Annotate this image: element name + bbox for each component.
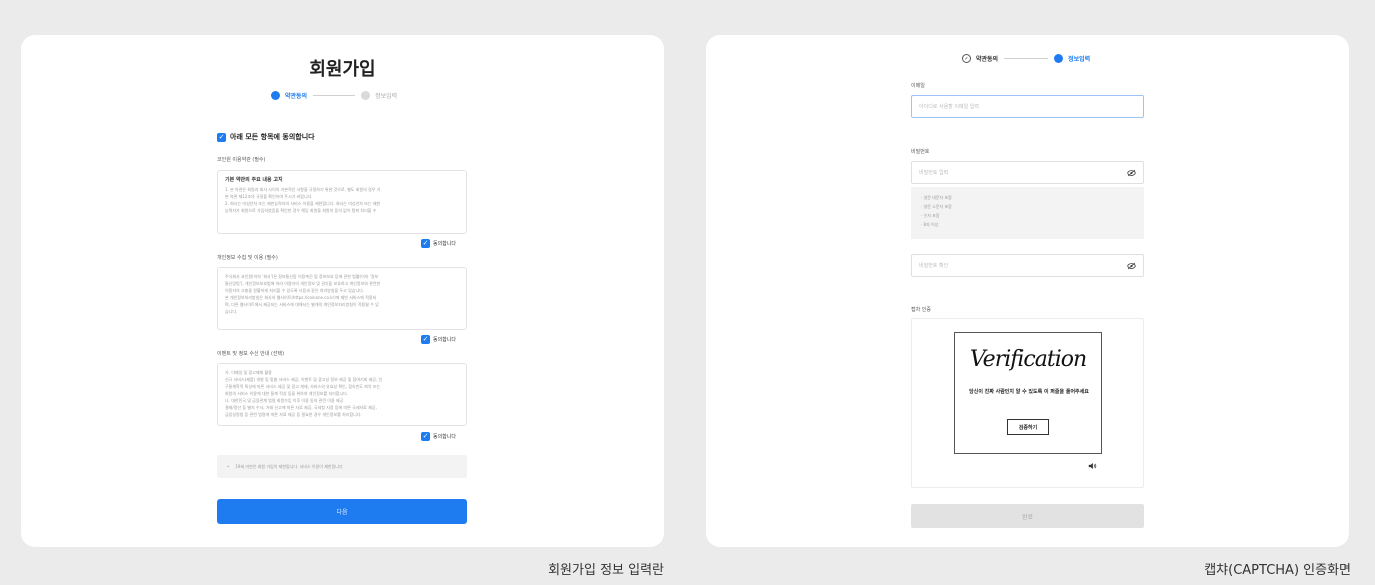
agree-privacy-checkbox[interactable]: ✓ 동의합니다 <box>421 335 456 344</box>
step-2-label: 정보입력 <box>375 93 398 100</box>
checkmark-icon: ✓ <box>421 432 430 441</box>
step-1-label: 약관동의 <box>976 56 999 63</box>
event-line: 회원의 서비스 이용에 대한 통계 작성 등을 위하여 개인정보를 처리합니다. <box>225 391 349 396</box>
eye-off-icon[interactable] <box>1127 169 1136 177</box>
event-scroll-box[interactable]: 가. 이메일 및 광고매체 활용 신규 서비스(제품) 개발 및 맞춤 서비스 … <box>217 363 467 426</box>
captcha-image: Verification <box>969 347 1087 372</box>
right-caption: 캡챠(CAPTCHA) 인증화면 <box>1204 563 1351 578</box>
event-line: 금융실명법 등 관련 법령에 따른 자료 제공 등 필요한 경우 개인정보를 처… <box>225 412 362 417</box>
privacy-line: 며, 다른 웹사이트에서 제공되는 서비스에 대해서는 별개의 개인정보처리방침… <box>225 302 379 307</box>
next-button[interactable]: 다음 <box>217 499 467 524</box>
captcha-card: Verification 당신이 진짜 사람인지 알 수 있도록 이 퍼즐을 풀… <box>954 332 1102 454</box>
terms-section-title: 코인원 이용약관 (필수) <box>217 157 266 163</box>
terms-heading: 기본 약관의 주요 내용 고지 <box>225 177 283 183</box>
step-2-dot <box>361 91 371 100</box>
privacy-line: 이용자의 고충을 원활하게 처리할 수 있도록 다음과 같은 처리방침을 두고 … <box>225 288 365 293</box>
email-label: 이메일 <box>911 83 925 89</box>
confirm-button[interactable]: 완료 <box>911 504 1144 528</box>
checkmark-icon: ✓ <box>421 335 430 344</box>
left-caption: 회원가입 정보 입력란 <box>548 563 664 578</box>
agree-event-checkbox[interactable]: ✓ 동의합니다 <box>421 432 456 441</box>
step-1-dot <box>271 91 280 100</box>
step-connector <box>313 95 356 96</box>
captcha-area: Verification 당신이 진짜 사람인지 알 수 있도록 이 퍼즐을 풀… <box>911 318 1144 488</box>
password-rule: · 영문 대문자 포함 <box>921 195 952 200</box>
step-connector <box>1004 58 1049 59</box>
event-line: 나. 대한민국 및 금융관계 법령 회원가입 이후 이용 동의 관련 이용 제공 <box>225 398 344 403</box>
event-line: 구통계학적 특성에 따른 서비스 제공 및 광고 게재, 서비스의 유효성 확인… <box>225 384 381 389</box>
privacy-section-title: 개인정보 수집 및 이용 (필수) <box>217 255 278 261</box>
terms-line: 능력자가 회원으로 가입하였음을 확인한 경우 해당 회원을 회원의 동의 없이… <box>225 208 377 213</box>
age-notice: • 19세 미만은 회원 가입이 제한됩니다. 서비스 이용이 제한됩니다 <box>217 455 467 478</box>
verify-button[interactable]: 검증하기 <box>1007 419 1049 435</box>
password-placeholder: 비밀번호 입력 <box>919 170 949 176</box>
password-label: 비밀번호 <box>911 149 930 155</box>
bullet-icon: • <box>227 464 230 469</box>
password-rule: · 8자 이상 <box>921 222 939 227</box>
page-title: 회원가입 <box>309 59 376 80</box>
step-1-label: 약관동의 <box>285 93 308 100</box>
privacy-line: 습니다. <box>225 309 238 314</box>
signup-terms-panel: 회원가입 약관동의 정보입력 ✓ 아래 모든 항목에 동의합니다 코인원 이용약… <box>21 35 664 547</box>
password-rule: · 숫자 포함 <box>921 213 940 218</box>
password-input[interactable]: 비밀번호 입력 <box>911 161 1144 184</box>
email-input[interactable]: 아이디로 사용할 이메일 입력 <box>911 95 1144 118</box>
event-line: 가. 이메일 및 광고매체 활용 <box>225 370 272 375</box>
step-indicator: 약관동의 정보입력 <box>271 91 397 100</box>
agree-label: 동의합니다 <box>433 434 457 440</box>
step-indicator: ✓ 약관동의 정보입력 <box>962 54 1090 63</box>
password-rule: · 영문 소문자 포함 <box>921 204 952 209</box>
email-placeholder: 아이디로 사용할 이메일 입력 <box>919 104 979 110</box>
signup-info-panel: ✓ 약관동의 정보입력 이메일 아이디로 사용할 이메일 입력 비밀번호 비밀번… <box>706 35 1349 547</box>
terms-line: 본 약관 제12조의 규정을 확인하여 주시기 바랍니다. <box>225 194 313 199</box>
captcha-message: 당신이 진짜 사람인지 알 수 있도록 이 퍼즐을 풀어주세요 <box>969 389 1089 395</box>
agree-terms-checkbox[interactable]: ✓ 동의합니다 <box>421 239 456 248</box>
agree-all-label: 아래 모든 항목에 동의합니다 <box>230 133 315 141</box>
terms-line: 2. 회사는 미성년자 또는 제한능력자의 서비스 이용을 제한합니다. 회사는… <box>225 201 381 206</box>
password-confirm-placeholder: 비밀번호 확인 <box>919 263 949 269</box>
agree-label: 동의합니다 <box>433 241 457 247</box>
captcha-label: 캡차 인증 <box>911 307 931 313</box>
privacy-line: 통신망법'), 개인정보보호법에 따라 이용자의 개인정보 및 권익을 보호하고… <box>225 281 381 286</box>
age-notice-text: 19세 미만은 회원 가입이 제한됩니다. 서비스 이용이 제한됩니다 <box>235 463 343 469</box>
event-line: 신규 서비스(제품) 개발 및 맞춤 서비스 제공, 이벤트 및 광고성 정보 … <box>225 377 383 382</box>
password-confirm-input[interactable]: 비밀번호 확인 <box>911 254 1144 277</box>
speaker-icon[interactable] <box>1088 462 1097 470</box>
agree-all-checkbox[interactable]: ✓ 아래 모든 항목에 동의합니다 <box>217 132 315 142</box>
terms-line: 1. 본 약관은 회원과 회사 사이의 기본적인 사항을 규정하기 위한 것으로… <box>225 187 381 192</box>
checkmark-icon: ✓ <box>421 239 430 248</box>
checkmark-icon: ✓ <box>217 132 226 142</box>
privacy-line: 본 개인정보처리방침은 회사의 웹사이트(https://coinone.co.… <box>225 295 377 300</box>
step-2-dot <box>1054 54 1064 63</box>
password-rules: · 영문 대문자 포함 · 영문 소문자 포함 · 숫자 포함 · 8자 이상 <box>911 187 1144 239</box>
event-line: 결제/정산 등 별지 수사, 거래 신고에 따른 자료 제공, 국세청 지정 등… <box>225 405 377 410</box>
terms-scroll-box[interactable]: 기본 약관의 주요 내용 고지 1. 본 약관은 회원과 회사 사이의 기본적인… <box>217 170 467 234</box>
privacy-line: 주식회사 코인원(이하 '회사')은 정보통신망 이용촉진 및 정보보호 등에 … <box>225 274 379 279</box>
event-section-title: 이벤트 및 정보 수신 안내 (선택) <box>217 351 285 357</box>
eye-off-icon[interactable] <box>1127 262 1136 270</box>
privacy-scroll-box[interactable]: 주식회사 코인원(이하 '회사')은 정보통신망 이용촉진 및 정보보호 등에 … <box>217 267 467 330</box>
agree-label: 동의합니다 <box>433 337 457 343</box>
step-2-label: 정보입력 <box>1068 56 1091 63</box>
check-circle-icon: ✓ <box>962 54 971 63</box>
